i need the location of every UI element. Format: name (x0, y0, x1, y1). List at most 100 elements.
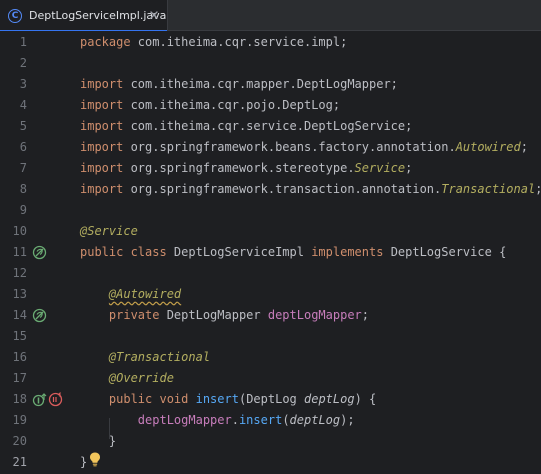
code-token: com.itheima.cqr.mapper.DeptLogMapper; (130, 77, 398, 91)
line-number: 21 (12, 455, 27, 469)
gutter-line[interactable]: 1 (0, 32, 80, 53)
line-number: 16 (12, 350, 27, 364)
code-line[interactable]: import org.springframework.beans.factory… (80, 137, 528, 158)
keyword-token: import (80, 98, 131, 112)
code-token: ) { (354, 392, 377, 406)
line-number: 11 (12, 245, 27, 259)
code-token: } (80, 455, 88, 469)
code-line[interactable]: @Service (80, 221, 138, 242)
code-editor[interactable]: 1 package com.itheima.cqr.service.impl; 2 3… (0, 31, 541, 474)
code-token: com.itheima.cqr.pojo.DeptLog; (130, 98, 341, 112)
close-icon[interactable] (148, 9, 160, 21)
parameter-token: deptLog (289, 413, 341, 427)
gutter-line[interactable]: 6 (0, 137, 80, 158)
code-token: DeptLogMapper (166, 308, 268, 322)
line-number: 7 (19, 161, 27, 175)
gutter-line[interactable]: 4 (0, 95, 80, 116)
field-token: deptLogMapper (137, 413, 232, 427)
code-token: org.springframework.transaction.annotati… (130, 182, 442, 196)
code-line[interactable]: @Autowired (80, 284, 181, 305)
keyword-token: import (80, 77, 131, 91)
keyword-token: package (80, 35, 138, 49)
gutter-line[interactable]: 21 (0, 452, 80, 473)
code-line[interactable]: public class DeptLogServiceImpl implemen… (80, 242, 506, 263)
gutter-line[interactable]: 12 (0, 263, 80, 284)
spring-bean-icon[interactable] (32, 308, 47, 323)
keyword-token: import (80, 161, 131, 175)
code-token: . (231, 413, 239, 427)
code-token: (DeptLog (238, 392, 304, 406)
gutter-line[interactable]: 14 (0, 305, 80, 326)
editor-tab-bar: C DeptLogServiceImpl.java (0, 0, 541, 32)
line-number: 2 (19, 56, 27, 70)
gutter-line[interactable]: 5 (0, 116, 80, 137)
code-line[interactable]: import com.itheima.cqr.mapper.DeptLogMap… (80, 74, 398, 95)
gutter-line[interactable]: 16 (0, 347, 80, 368)
gutter-line[interactable]: 18 I (0, 389, 80, 410)
line-number: 14 (12, 308, 27, 322)
line-number: 15 (12, 329, 27, 343)
annotation-token: @Override (108, 371, 174, 385)
code-line[interactable]: import com.itheima.cqr.pojo.DeptLog; (80, 95, 340, 116)
line-number: 17 (12, 371, 27, 385)
keyword-token: import (80, 140, 131, 154)
code-line[interactable]: import org.springframework.transaction.a… (80, 179, 541, 200)
code-line[interactable]: deptLogMapper.insert(deptLog); (80, 410, 355, 431)
code-line[interactable]: } (80, 452, 87, 473)
line-number: 12 (12, 266, 27, 280)
code-token: } (80, 434, 117, 448)
keyword-token: implements (311, 245, 391, 259)
parameter-token: deptLog (304, 392, 355, 406)
code-line[interactable]: package com.itheima.cqr.service.impl; (80, 32, 347, 53)
gutter-line[interactable]: 17 (0, 368, 80, 389)
code-token: ( (282, 413, 290, 427)
implements-method-icon[interactable]: I (32, 392, 47, 407)
code-line[interactable]: import com.itheima.cqr.service.DeptLogSe… (80, 116, 412, 137)
annotation-token: Transactional (441, 182, 536, 196)
code-token: ; (361, 308, 370, 322)
line-number: 9 (19, 203, 27, 217)
gutter-line[interactable]: 20 (0, 431, 80, 452)
gutter-line[interactable]: 3 (0, 74, 80, 95)
gutter-line[interactable]: 13 (0, 284, 80, 305)
spring-bean-icon[interactable] (32, 245, 47, 260)
gutter-line[interactable]: 9 (0, 200, 80, 221)
code-line[interactable]: @Transactional (80, 347, 210, 368)
gutter-line[interactable]: 8 (0, 179, 80, 200)
gutter-line[interactable]: 10 (0, 221, 80, 242)
line-number: 8 (19, 182, 27, 196)
code-token: ); (340, 413, 355, 427)
line-number: 20 (12, 434, 27, 448)
annotation-token: Autowired (455, 140, 521, 154)
keyword-token: public void (108, 392, 196, 406)
code-line[interactable]: } (80, 431, 116, 452)
code-line[interactable]: import org.springframework.stereotype.Se… (80, 158, 412, 179)
lightbulb-icon[interactable] (88, 451, 102, 467)
gutter-line[interactable]: 7 (0, 158, 80, 179)
gutter-line[interactable]: 2 (0, 53, 80, 74)
keyword-token: private (108, 308, 167, 322)
code-token: com.itheima.cqr.service.impl; (137, 35, 348, 49)
annotation-token: @Transactional (108, 350, 211, 364)
gutter-line[interactable]: 11 (0, 242, 80, 263)
gutter-line[interactable]: 15 (0, 326, 80, 347)
gutter-line[interactable]: 19 (0, 410, 80, 431)
annotation-token: @Service (80, 224, 138, 238)
line-number: 5 (19, 119, 27, 133)
svg-text:I: I (37, 397, 40, 406)
line-number: 4 (19, 98, 27, 112)
code-token: com.itheima.cqr.service.DeptLogService; (130, 119, 413, 133)
line-number: 3 (19, 77, 27, 91)
file-tab[interactable]: C DeptLogServiceImpl.java (0, 0, 168, 32)
code-line[interactable]: public void insert(DeptLog deptLog) { (80, 389, 376, 410)
code-line[interactable]: private DeptLogMapper deptLogMapper; (80, 305, 369, 326)
overrides-method-icon[interactable] (48, 391, 63, 407)
annotation-token: Service (354, 161, 406, 175)
code-line[interactable]: @Override (80, 368, 174, 389)
method-token: insert (238, 413, 283, 427)
